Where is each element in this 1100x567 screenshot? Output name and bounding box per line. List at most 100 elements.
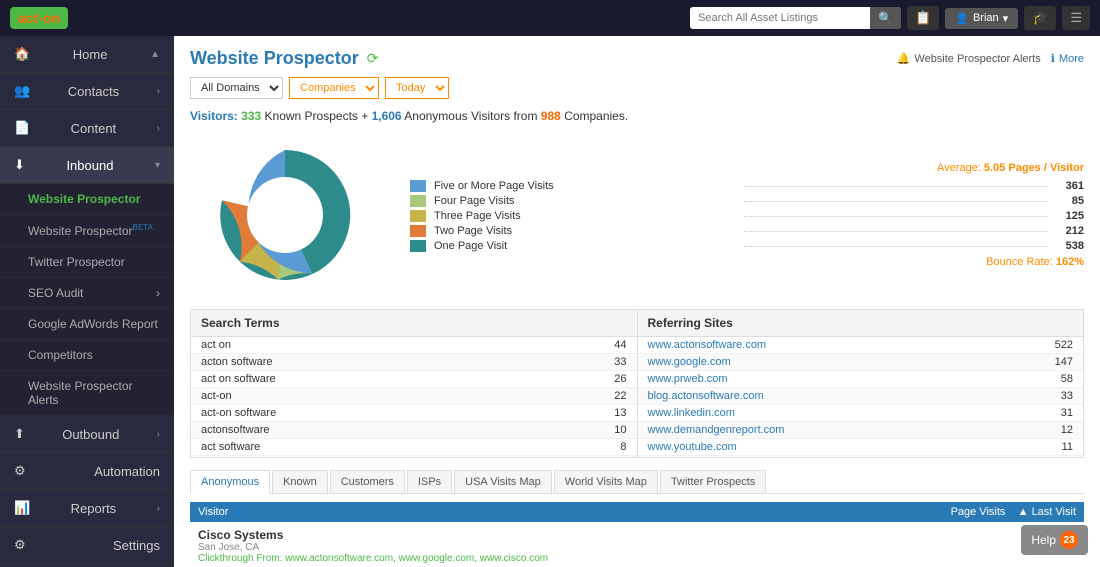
graduation-icon[interactable]: 🎓 xyxy=(1024,6,1056,30)
more-link[interactable]: ℹ More xyxy=(1051,52,1084,65)
legend-dots xyxy=(744,201,1048,202)
sidebar-item-reports[interactable]: 📊 Reports › xyxy=(0,490,174,527)
sidebar-sub-alerts[interactable]: Website Prospector Alerts xyxy=(0,371,174,416)
sidebar-sub-website-prospector[interactable]: Website Prospector xyxy=(0,184,174,215)
visitor-row: Cisco Systems San Jose, CA Clickthrough … xyxy=(190,524,1084,567)
user-menu[interactable]: 👤 Brian ▾ xyxy=(945,8,1018,29)
legend-value: 538 xyxy=(1054,240,1084,252)
anonymous-count: 1,606 xyxy=(372,109,402,123)
tab-isps[interactable]: ISPs xyxy=(407,470,452,493)
home-icon: 🏠 xyxy=(14,46,30,62)
sub-item-label: Google AdWords Report xyxy=(28,317,158,331)
tab-customers[interactable]: Customers xyxy=(330,470,405,493)
legend-color xyxy=(410,225,426,237)
chevron-icon: › xyxy=(157,503,160,514)
tab-known[interactable]: Known xyxy=(272,470,328,493)
sidebar: 🏠 Home ▲ 👥 Contacts › 📄 Content › ⬇ Inbo… xyxy=(0,36,174,567)
tab-twitter-prospects[interactable]: Twitter Prospects xyxy=(660,470,766,493)
sidebar-sub-seo-audit[interactable]: SEO Audit › xyxy=(0,278,174,309)
visitors-summary: Visitors: 333 Known Prospects + 1,606 An… xyxy=(190,109,1084,123)
period-filter[interactable]: Today xyxy=(385,77,449,99)
sidebar-item-automation[interactable]: ⚙ Automation xyxy=(0,453,174,490)
average-label: Average: 5.05 Pages / Visitor xyxy=(410,162,1084,174)
sidebar-sub-competitors[interactable]: Competitors xyxy=(0,340,174,371)
sidebar-item-label: Home xyxy=(73,47,108,62)
tab-usa-visits-map[interactable]: USA Visits Map xyxy=(454,470,552,493)
sidebar-item-outbound[interactable]: ⬆ Outbound › xyxy=(0,416,174,453)
list-item: actonsoftware10 xyxy=(191,422,637,439)
outbound-icon: ⬆ xyxy=(14,426,25,442)
sidebar-item-inbound[interactable]: ⬇ Inbound ▾ xyxy=(0,147,174,184)
header-actions: 🔔 Website Prospector Alerts ℹ More xyxy=(897,52,1084,65)
tab-world-visits-map[interactable]: World Visits Map xyxy=(554,470,658,493)
sidebar-sub-google-adwords[interactable]: Google AdWords Report xyxy=(0,309,174,340)
domain-filter[interactable]: All Domains xyxy=(190,77,283,99)
legend-value: 361 xyxy=(1054,180,1084,192)
chevron-down-icon: ▾ xyxy=(155,160,160,171)
company-name[interactable]: Cisco Systems xyxy=(198,528,548,542)
list-item: www.youtube.com11 xyxy=(638,439,1084,456)
companies-suffix: Companies. xyxy=(564,109,628,123)
list-item: act on44 xyxy=(191,337,637,354)
legend-item-1: One Page Visit 538 xyxy=(410,240,1084,252)
help-button[interactable]: Help 23 xyxy=(1021,525,1088,555)
list-item: www.actonsoftware.com522 xyxy=(638,337,1084,354)
sub-item-label: SEO Audit xyxy=(28,286,83,300)
menu-icon[interactable]: ☰ xyxy=(1062,6,1090,30)
known-count: 333 xyxy=(241,109,261,123)
list-item: blog.actonsoftware.com33 xyxy=(638,388,1084,405)
help-label: Help xyxy=(1031,533,1056,547)
chevron-icon: › xyxy=(157,86,160,97)
referring-sites-list: www.actonsoftware.com522www.google.com14… xyxy=(638,337,1084,457)
sidebar-item-home[interactable]: 🏠 Home ▲ xyxy=(0,36,174,73)
list-item: act on marketing5 xyxy=(191,456,637,457)
sidebar-item-label: Content xyxy=(71,121,117,136)
refresh-icon[interactable]: ⟳ xyxy=(367,50,379,67)
help-count: 23 xyxy=(1060,531,1078,549)
sidebar-sub-twitter-prospector[interactable]: Twitter Prospector xyxy=(0,247,174,278)
user-label: Brian xyxy=(973,12,999,24)
visitor-tabs: AnonymousKnownCustomersISPsUSA Visits Ma… xyxy=(190,470,1084,494)
legend-value: 125 xyxy=(1054,210,1084,222)
sub-item-label: Twitter Prospector xyxy=(28,255,125,269)
last-visit-header: ▲ Last Visit xyxy=(1018,506,1076,518)
inbound-icon: ⬇ xyxy=(14,157,25,173)
list-item: act on software26 xyxy=(191,371,637,388)
filter-row: All Domains Companies Today xyxy=(190,77,1084,99)
search-terms-header: Search Terms xyxy=(191,310,637,337)
chevron-icon: › xyxy=(157,429,160,440)
content-header: Website Prospector ⟳ 🔔 Website Prospecto… xyxy=(190,48,1084,69)
arrow-icon: › xyxy=(156,286,160,300)
content-area: Website Prospector ⟳ 🔔 Website Prospecto… xyxy=(174,36,1100,567)
tab-anonymous[interactable]: Anonymous xyxy=(190,470,270,494)
automation-icon: ⚙ xyxy=(14,463,26,479)
search-bar: 🔍 xyxy=(690,7,901,29)
sub-item-label: Competitors xyxy=(28,348,93,362)
sidebar-item-contacts[interactable]: 👥 Contacts › xyxy=(0,73,174,110)
search-referring-section: Search Terms act on44acton software33act… xyxy=(190,309,1084,458)
chevron-down-icon: ▾ xyxy=(1003,12,1009,25)
circle-icon: ℹ xyxy=(1051,52,1055,65)
legend-color xyxy=(410,180,426,192)
clipboard-icon[interactable]: 📋 xyxy=(907,6,939,30)
legend-item-5plus: Five or More Page Visits 361 xyxy=(410,180,1084,192)
type-filter[interactable]: Companies xyxy=(289,77,379,99)
sub-item-label: Website Prospector Alerts xyxy=(28,379,160,407)
logo[interactable]: act·on xyxy=(10,7,68,29)
page-title: Website Prospector xyxy=(190,48,359,69)
sidebar-sub-website-prospector-beta[interactable]: Website ProspectorBETA xyxy=(0,215,174,247)
alert-link[interactable]: 🔔 Website Prospector Alerts xyxy=(897,52,1041,65)
bell-icon: 🔔 xyxy=(897,52,911,65)
bounce-rate: Bounce Rate: 162% xyxy=(410,256,1084,268)
known-suffix: Known Prospects + xyxy=(265,109,372,123)
chevron-icon: › xyxy=(157,123,160,134)
sidebar-item-label: Outbound xyxy=(62,427,119,442)
search-button[interactable]: 🔍 xyxy=(870,7,901,29)
sidebar-item-content[interactable]: 📄 Content › xyxy=(0,110,174,147)
list-item: www.google.com147 xyxy=(638,354,1084,371)
legend-dots xyxy=(744,186,1048,187)
topbar: act·on 🔍 📋 👤 Brian ▾ 🎓 ☰ xyxy=(0,0,1100,36)
search-input[interactable] xyxy=(690,8,870,28)
sidebar-item-label: Contacts xyxy=(68,84,119,99)
sidebar-item-settings[interactable]: ⚙ Settings xyxy=(0,527,174,564)
